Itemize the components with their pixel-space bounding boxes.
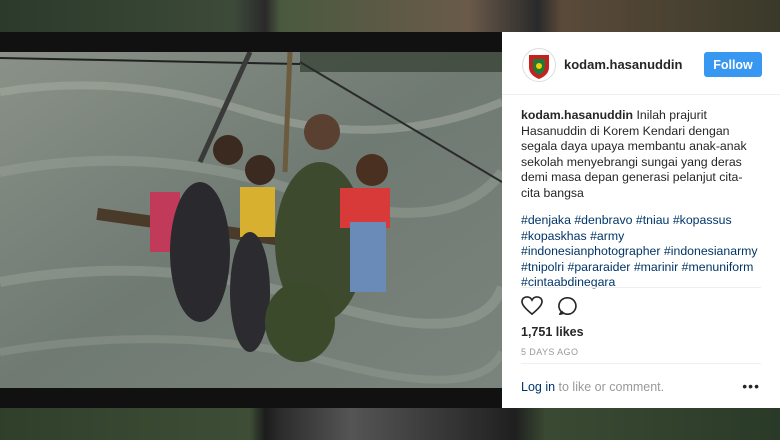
post-detail-panel: kodam.hasanuddin Follow kodam.hasanuddin… (502, 32, 780, 408)
login-prompt: Log in to like or comment. (521, 380, 664, 394)
follow-button[interactable]: Follow (704, 52, 762, 77)
hashtag-list: #denjaka #denbravo #tniau #kopassus #kop… (521, 213, 766, 291)
login-prompt-text: to like or comment. (555, 380, 665, 394)
hashtag[interactable]: #kopaskhas (521, 229, 587, 243)
hashtag[interactable]: #denbravo (574, 213, 632, 227)
hashtag[interactable]: #tnipolri (521, 260, 564, 274)
post-photo (0, 52, 502, 388)
heart-icon[interactable] (521, 296, 543, 321)
hashtag[interactable]: #army (590, 229, 624, 243)
post-actions (521, 296, 578, 318)
post-date: 5 DAYS AGO (521, 347, 579, 357)
hashtag[interactable]: #tniau (636, 213, 670, 227)
like-count[interactable]: 1,751 likes (521, 325, 584, 339)
more-options-button[interactable]: ••• (742, 378, 760, 394)
caption-username[interactable]: kodam.hasanuddin (521, 108, 633, 122)
comment-divider (521, 363, 761, 364)
kodam-emblem-icon[interactable] (522, 48, 556, 82)
post-header: kodam.hasanuddin Follow (502, 32, 780, 95)
comment-icon[interactable] (558, 296, 578, 321)
background-feed-top (0, 0, 780, 32)
post-username[interactable]: kodam.hasanuddin (564, 57, 682, 72)
hashtag[interactable]: #indonesianphotographer (521, 244, 660, 258)
hashtag[interactable]: #kopassus (673, 213, 732, 227)
login-link[interactable]: Log in (521, 380, 555, 394)
background-feed-bottom (0, 408, 780, 440)
hashtag[interactable]: #marinir (634, 260, 678, 274)
hashtag[interactable]: #pararaider (568, 260, 631, 274)
actions-divider (521, 287, 761, 288)
hashtag[interactable]: #menuniform (682, 260, 754, 274)
hashtag[interactable]: #indonesianarmy (664, 244, 758, 258)
hashtag[interactable]: #denjaka (521, 213, 571, 227)
post-caption: kodam.hasanuddin Inilah prajurit Hasanud… (521, 108, 757, 202)
